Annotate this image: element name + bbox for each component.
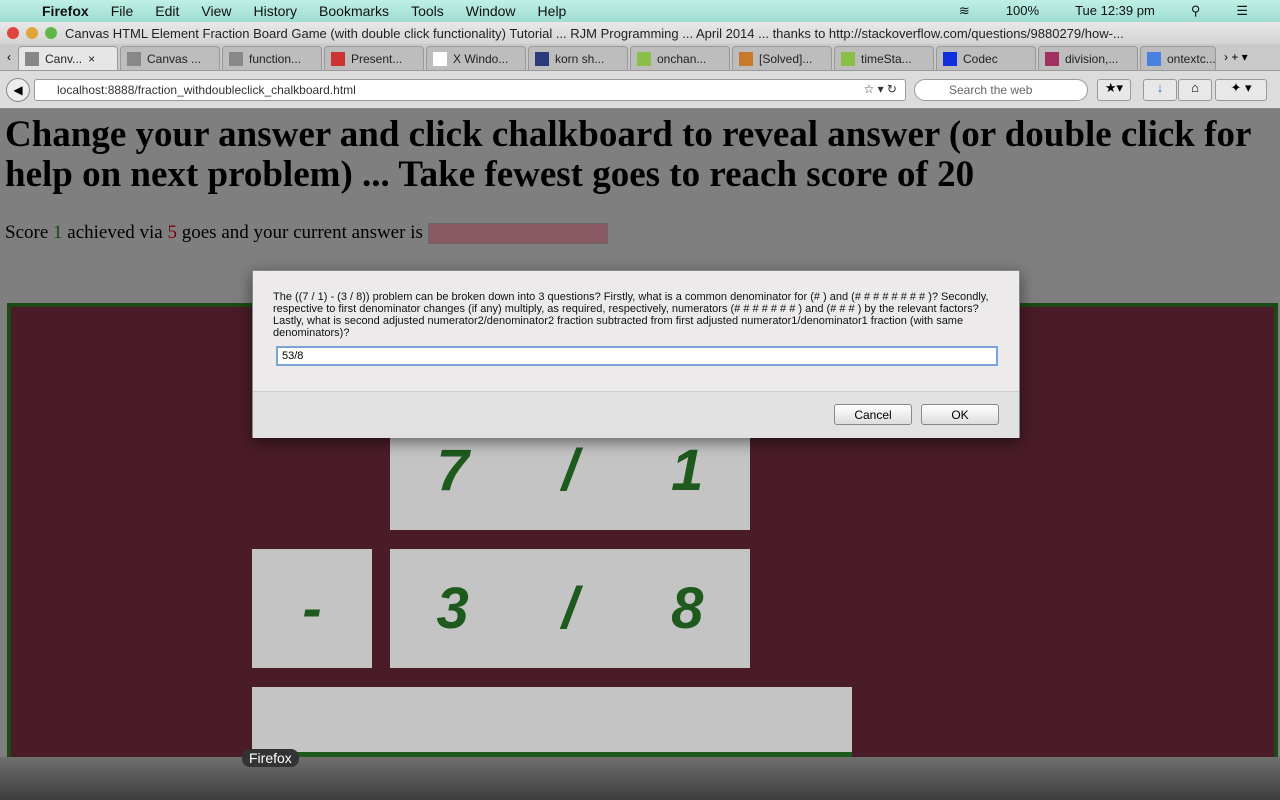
close-tab-icon[interactable]: × — [88, 52, 95, 66]
favicon — [127, 51, 141, 66]
battery-status[interactable]: 100% — [1006, 3, 1039, 19]
menu-bar: Firefox File Edit View History Bookmarks… — [0, 0, 1280, 22]
tab[interactable]: Codec — [936, 46, 1036, 70]
menu-view[interactable]: View — [201, 3, 231, 19]
menu-app[interactable]: Firefox — [42, 3, 89, 19]
score-label: Score — [5, 222, 49, 243]
operator: - — [302, 576, 322, 641]
back-button[interactable]: ◀ — [6, 78, 30, 102]
tab[interactable]: Canvas ... — [120, 46, 220, 70]
tab-label: X Windo... — [453, 51, 509, 66]
zoom-window-button[interactable] — [45, 27, 57, 39]
goes-value: 5 — [167, 222, 178, 243]
gmail-icon — [331, 51, 345, 66]
denominator-1: 1 — [671, 437, 704, 503]
tab[interactable]: timeSta... — [834, 46, 934, 70]
answer-input[interactable] — [427, 223, 608, 245]
menu-bookmarks[interactable]: Bookmarks — [319, 3, 389, 19]
clock[interactable]: Tue 12:39 pm — [1075, 3, 1155, 19]
minimize-window-button[interactable] — [26, 27, 38, 39]
bookmarks-button[interactable]: ★▾ — [1097, 79, 1131, 101]
url-text: localhost:8888/fraction_withdoubleclick_… — [57, 83, 356, 97]
ok-button[interactable]: OK — [921, 404, 999, 425]
dock[interactable]: Firefox — [0, 749, 1280, 800]
window-title: Canvas HTML Element Fraction Board Game … — [65, 25, 1124, 41]
favicon — [739, 51, 753, 66]
tab-label: Present... — [351, 51, 403, 66]
tab[interactable]: [Solved]... — [732, 46, 832, 70]
dialog-footer: Cancel OK — [253, 391, 1019, 438]
page-heading: Change your answer and click chalkboard … — [5, 114, 1251, 195]
dialog-input[interactable] — [276, 346, 998, 366]
wifi-icon[interactable]: ≋ — [959, 3, 970, 19]
tab-label: function... — [249, 51, 302, 66]
tab[interactable]: function... — [222, 46, 322, 70]
search-placeholder: Search the web — [949, 83, 1033, 97]
prompt-dialog: The ((7 / 1) - (3 / 8)) problem can be b… — [252, 270, 1020, 438]
menu-history[interactable]: History — [253, 3, 297, 19]
tab-label: Codec — [963, 51, 998, 66]
navigation-bar: ◀ localhost:8888/fraction_withdoubleclic… — [0, 71, 1280, 109]
w3-icon — [841, 51, 855, 66]
tab-bar: ‹ Canv... × Canvas ... function... Presen… — [0, 44, 1280, 71]
slash-2: / — [561, 576, 579, 641]
addon-button[interactable]: ✦ ▾ — [1215, 79, 1267, 101]
tab-label: korn sh... — [555, 51, 605, 66]
favicon — [1045, 51, 1059, 66]
favicon — [943, 51, 957, 66]
cancel-button[interactable]: Cancel — [834, 404, 912, 425]
fraction-tile-2[interactable]: 3 / 8 — [390, 549, 750, 668]
search-input[interactable]: Search the web — [914, 79, 1088, 101]
spotlight-icon[interactable]: ⚲ — [1191, 3, 1201, 19]
tab[interactable]: onchan... — [630, 46, 730, 70]
dialog-message: The ((7 / 1) - (3 / 8)) problem can be b… — [273, 291, 989, 339]
ux-icon — [535, 51, 549, 66]
bookmark-star-reload-icons[interactable]: ☆ ▾ ↻ — [863, 82, 897, 96]
answer-label: goes and your current answer is — [181, 222, 423, 243]
favicon — [229, 51, 243, 66]
tab[interactable]: korn sh... — [528, 46, 628, 70]
tab-label: division,... — [1065, 51, 1119, 66]
menu-tools[interactable]: Tools — [411, 3, 444, 19]
operator-tile[interactable]: - — [252, 549, 372, 668]
tab-label: timeSta... — [861, 51, 912, 66]
downloads-button[interactable]: ↓ — [1143, 79, 1177, 101]
answer-tile[interactable] — [252, 687, 852, 758]
list-icon[interactable]: ☰ — [1236, 3, 1248, 19]
numerator-1: 7 — [436, 437, 469, 503]
denominator-2: 8 — [671, 576, 704, 641]
globe-icon — [25, 51, 39, 66]
tab-label: ontextc... — [1167, 51, 1216, 66]
dock-tooltip: Firefox — [242, 749, 299, 767]
score-value: 1 — [53, 222, 63, 243]
tab-label: Canv... — [45, 51, 83, 66]
tab-label: [Solved]... — [759, 51, 813, 66]
url-bar[interactable]: localhost:8888/fraction_withdoubleclick_… — [34, 79, 906, 101]
tab[interactable]: division,... — [1038, 46, 1138, 70]
google-icon — [1147, 51, 1161, 66]
tab-label: onchan... — [657, 51, 707, 66]
via-label: achieved via — [67, 222, 163, 243]
w3-icon — [637, 51, 651, 66]
tab-label: Canvas ... — [147, 51, 202, 66]
close-window-button[interactable] — [7, 27, 19, 39]
score-line: Score 1 achieved via 5 goes and your cur… — [5, 222, 608, 245]
menu-window[interactable]: Window — [466, 3, 516, 19]
home-button[interactable]: ⌂ — [1178, 79, 1212, 101]
tab[interactable]: ontextc... — [1140, 46, 1216, 70]
wikipedia-icon — [433, 51, 447, 66]
tab[interactable]: X Windo... — [426, 46, 526, 70]
tab[interactable]: Canv... × — [18, 46, 118, 70]
new-tab-button[interactable]: › + ▾ — [1224, 50, 1248, 64]
menu-edit[interactable]: Edit — [155, 3, 179, 19]
tab-scroll-left[interactable]: ‹ — [0, 50, 18, 64]
tab[interactable]: Present... — [324, 46, 424, 70]
menu-file[interactable]: File — [111, 3, 134, 19]
menu-help[interactable]: Help — [538, 3, 567, 19]
title-bar: Canvas HTML Element Fraction Board Game … — [0, 22, 1280, 44]
slash-1: / — [561, 437, 579, 503]
numerator-2: 3 — [436, 576, 469, 641]
